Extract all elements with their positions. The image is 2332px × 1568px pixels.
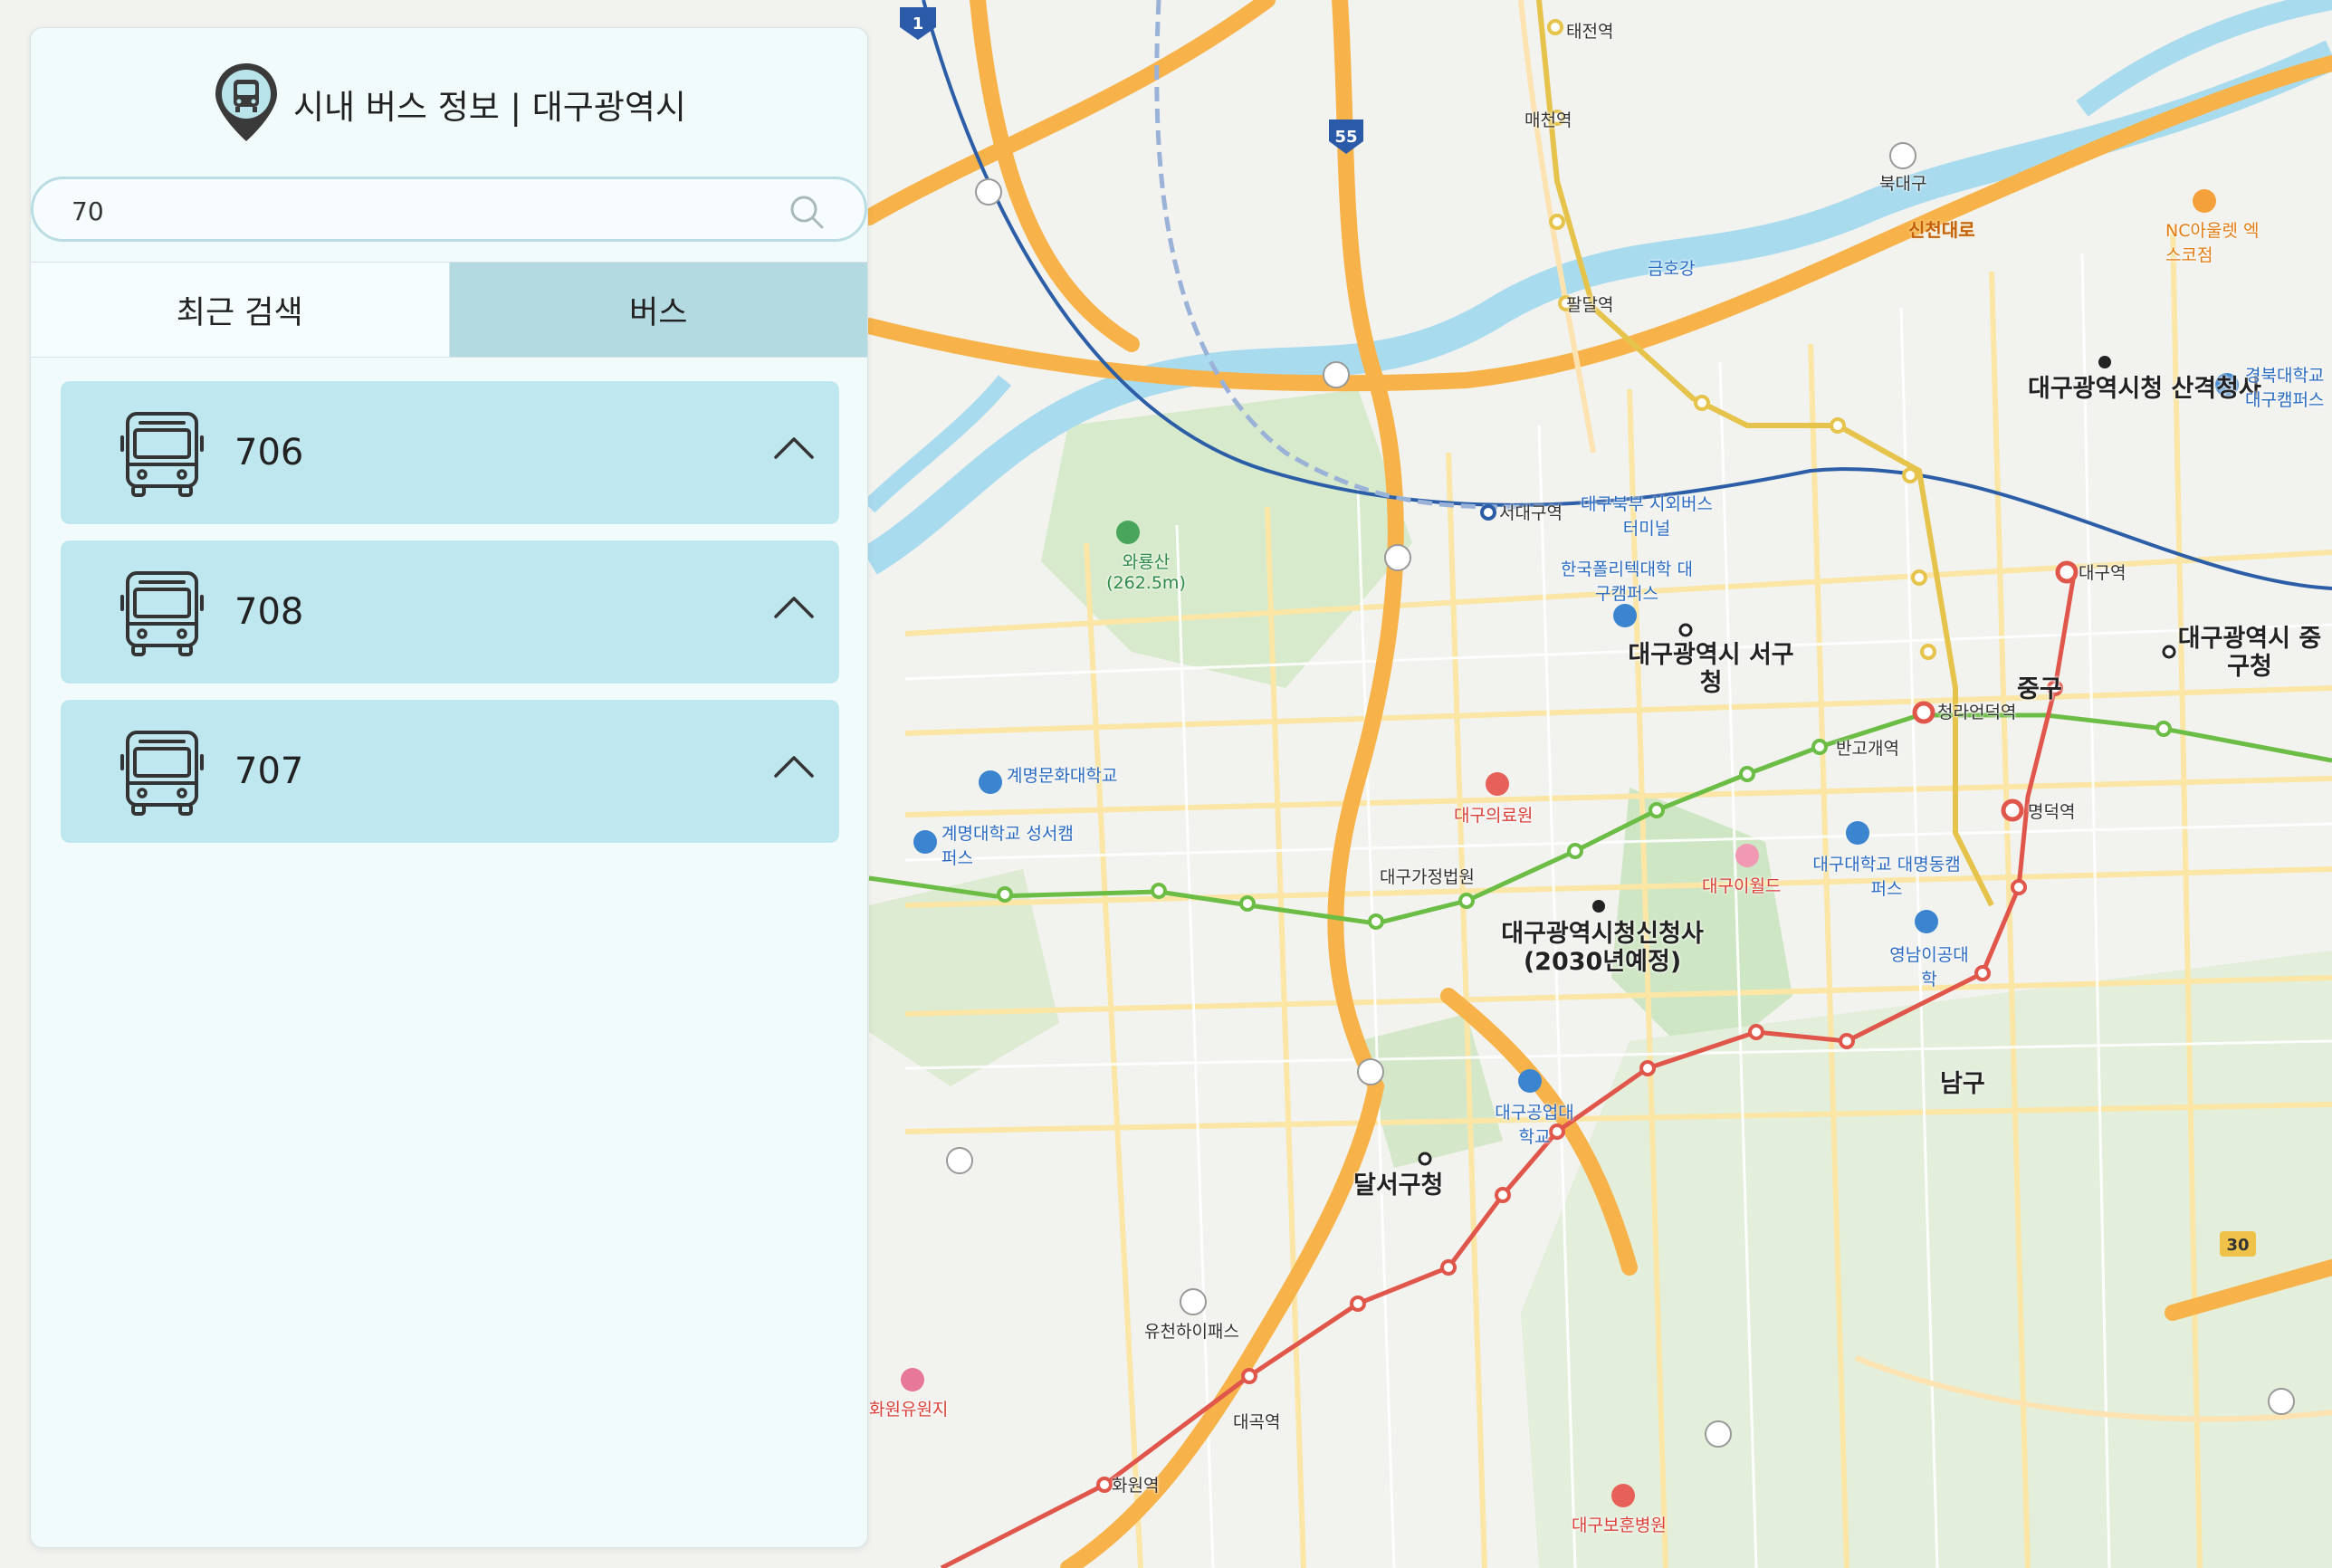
map-label-polytech: 한국폴리텍대학 대구캠퍼스 xyxy=(1561,559,1693,604)
road-shield-1: 1 xyxy=(913,14,924,33)
map-label-waryongsan: 와룡산 (262.5m) xyxy=(1106,552,1186,593)
map-label-seogu-office: 대구광역시 서구청 xyxy=(1628,641,1794,698)
map-label-daegu-univ: 대구대학교 대명동캠퍼스 xyxy=(1812,855,1961,899)
panel-header: 시내 버스 정보 | 대구광역시 xyxy=(31,59,867,149)
map-label-myeongdeok: 명덕역 xyxy=(2028,802,2076,822)
map-label-medical-center: 대구의료원 xyxy=(1454,806,1534,826)
bus-icon xyxy=(119,410,205,501)
map-label-nc-outlet: NC아울렛 엑스코점 xyxy=(2165,221,2260,265)
tab-recent-search[interactable]: 최근 검색 xyxy=(31,263,450,357)
road-shield-55: 55 xyxy=(1334,128,1357,147)
map-label-bukbu-terminal: 대구북부 시외버스터미널 xyxy=(1581,494,1713,539)
bus-route-number: 708 xyxy=(234,591,304,633)
search-icon[interactable] xyxy=(788,194,825,234)
map-label-geumhogang: 금호강 xyxy=(1648,259,1696,279)
map-label-new-city-hall: 대구광역시청신청사 (2030년예정) xyxy=(1501,920,1704,977)
chevron-up-icon[interactable] xyxy=(772,593,816,624)
map-label-family-court: 대구가정법원 xyxy=(1380,867,1475,887)
bus-route-item-708[interactable]: 708 xyxy=(61,540,839,684)
map-label-bangogae: 반고개역 xyxy=(1836,739,1899,759)
map-label-namgu: 남구 xyxy=(1940,1070,1985,1098)
map-label-city-hall-sangyeok: 대구광역시청 산격청사 xyxy=(2028,375,2261,403)
map-label-keimyung-college: 계명문화대학교 xyxy=(1007,766,1118,786)
map-label-junggu: 중구 xyxy=(2017,675,2062,703)
map-label-daegu-tech: 대구공업대학교 xyxy=(1495,1103,1574,1147)
map-label-hwawon: 화원역 xyxy=(1112,1476,1160,1496)
map-label-junggu-office: 대구광역시 중구청 xyxy=(2177,625,2322,682)
map-label-daegok: 대곡역 xyxy=(1233,1412,1281,1432)
map-label-sincheon-road: 신천대로 xyxy=(1908,219,1975,241)
bus-pin-icon xyxy=(212,62,281,147)
road-shield-30: 30 xyxy=(2226,1236,2249,1255)
map-label-cheongna: 청라언덕역 xyxy=(1937,703,2017,722)
map-label-dalseo-office: 달서구청 xyxy=(1353,1171,1444,1200)
map-label-bukdaegu: 북대구 xyxy=(1879,174,1927,194)
map-label-eworld: 대구이월드 xyxy=(1702,876,1782,896)
tab-bus[interactable]: 버스 xyxy=(449,263,867,357)
tab-bar: 최근 검색 버스 xyxy=(31,262,867,358)
map-label-daegu-station: 대구역 xyxy=(2079,563,2127,583)
bus-route-item-706[interactable]: 706 xyxy=(61,381,839,524)
map-label-palda: 팔달역 xyxy=(1566,295,1614,315)
bus-route-item-707[interactable]: 707 xyxy=(61,700,839,843)
map-label-seodaegu-station: 서대구역 xyxy=(1499,503,1563,523)
bus-icon xyxy=(119,729,205,819)
chevron-up-icon[interactable] xyxy=(772,434,816,464)
map-label-veterans-hospital: 대구보훈병원 xyxy=(1572,1515,1667,1535)
search-input[interactable] xyxy=(70,188,779,234)
bus-result-list: 706 708 707 xyxy=(61,381,839,859)
bus-icon xyxy=(119,569,205,660)
map-label-yeungnam-ieng: 영남이공대학 xyxy=(1889,945,1969,990)
map-label-kyungpook-univ: 경북대학교 대구캠퍼스 xyxy=(2245,366,2325,410)
map-label-maecheon: 매천역 xyxy=(1524,110,1572,130)
chevron-up-icon[interactable] xyxy=(772,752,816,783)
bus-route-number: 707 xyxy=(234,751,304,792)
map-label-taejeon: 태전역 xyxy=(1566,22,1614,42)
map-label-keimyung-seongseo: 계명대학교 성서캠퍼스 xyxy=(941,824,1074,868)
map-label-hwawon-resort: 화원유원지 xyxy=(869,1400,949,1420)
app-title: 시내 버스 정보 | 대구광역시 xyxy=(293,88,686,127)
search-box[interactable] xyxy=(31,177,867,242)
map-label-yuchon-hipass: 유천하이패스 xyxy=(1144,1322,1239,1342)
bus-route-number: 706 xyxy=(234,432,304,473)
bus-info-panel: 시내 버스 정보 | 대구광역시 최근 검색 버스 xyxy=(30,27,868,1548)
